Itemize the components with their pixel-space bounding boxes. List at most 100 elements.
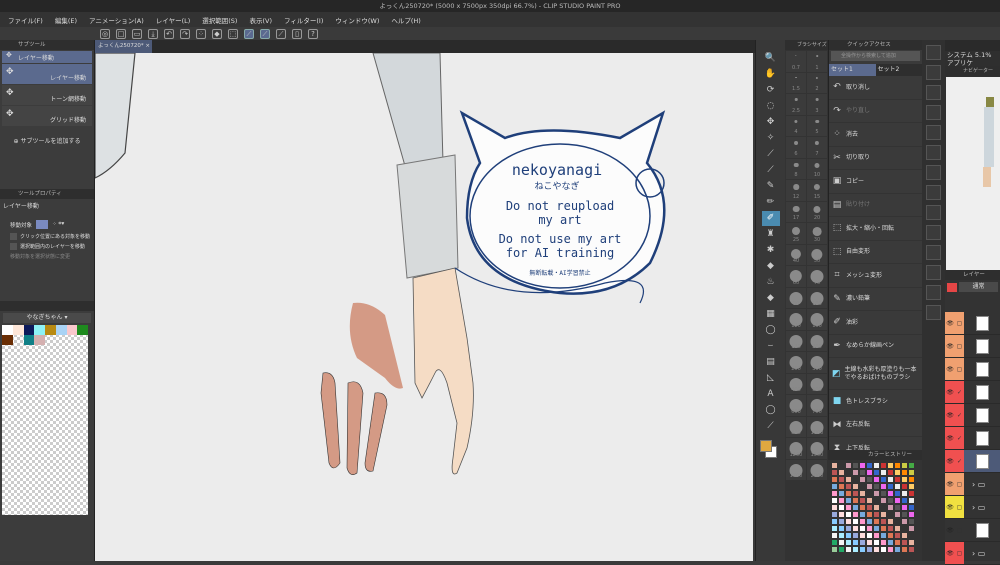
subtool-item[interactable]: ✥ グリッド移動 [2, 106, 92, 126]
correct-line-icon[interactable]: ⟋ [762, 419, 780, 434]
layer-lock-icon[interactable]: ✓ [955, 381, 964, 403]
color-swatch[interactable] [77, 325, 88, 335]
history-color-swatch[interactable] [845, 504, 852, 511]
menu-item[interactable]: フィルター(I) [284, 15, 323, 25]
panel-toggle-icon[interactable] [926, 165, 941, 180]
history-color-swatch[interactable] [908, 469, 915, 476]
history-color-swatch[interactable] [866, 532, 873, 539]
decoration-icon[interactable]: ✱ [762, 243, 780, 258]
color-indicator[interactable] [759, 438, 782, 462]
history-color-swatch[interactable] [838, 518, 845, 525]
quick-access-item[interactable]: ◩ 主線も水彩も厚塗りも一本でやるおばけものブラシ [829, 358, 922, 390]
navigator-preview[interactable] [946, 77, 1000, 270]
quick-access-item[interactable]: ↷ やり直し [829, 100, 922, 123]
save-icon[interactable]: ⤓ [148, 28, 158, 39]
tab-set1[interactable]: セット1 [829, 64, 876, 76]
quick-access-item[interactable]: ⧓ 左右反転 [829, 414, 922, 437]
color-swatch[interactable] [34, 335, 45, 345]
eye-icon[interactable]: 👁 [945, 473, 955, 495]
history-color-swatch[interactable] [901, 462, 908, 469]
color-set-dropdown[interactable]: やなぎちゃん ▾ [3, 313, 91, 323]
brush-size-option[interactable]: 0.7 [786, 51, 806, 72]
history-color-swatch[interactable] [859, 511, 866, 518]
brush-size-option[interactable]: 5 [807, 115, 827, 136]
history-color-swatch[interactable] [838, 532, 845, 539]
history-color-swatch[interactable] [852, 462, 859, 469]
canvas[interactable]: nekoyanagi ねこやなぎ Do not reupload my art … [95, 53, 753, 561]
eye-icon[interactable]: 👁 [945, 381, 955, 403]
history-color-swatch[interactable] [852, 497, 859, 504]
history-color-swatch[interactable] [845, 483, 852, 490]
lasso-icon[interactable]: ◌ [762, 99, 780, 114]
layer-row[interactable]: 👁 ▢ [945, 335, 1000, 358]
history-color-swatch[interactable] [908, 511, 915, 518]
brush-size-option[interactable]: 12 [786, 180, 806, 201]
color-swatch[interactable] [45, 325, 56, 335]
history-color-swatch[interactable] [845, 476, 852, 483]
history-color-swatch[interactable] [866, 539, 873, 546]
layer-row[interactable]: 👁 ✓ [945, 404, 1000, 427]
history-color-swatch[interactable] [859, 476, 866, 483]
brush-size-option[interactable]: 170 [786, 330, 806, 351]
history-color-swatch[interactable] [866, 469, 873, 476]
move-target-tone-button[interactable]: ⁘ ⌗▾ [52, 221, 64, 228]
color-swatch[interactable] [2, 325, 13, 335]
brush-size-option[interactable]: 1200 [786, 438, 806, 459]
quick-access-item[interactable]: ■ 色トレスブラシ [829, 390, 922, 414]
color-swatch[interactable] [66, 325, 78, 335]
eye-icon[interactable]: 👁 [945, 312, 955, 334]
history-color-swatch[interactable] [894, 532, 901, 539]
history-color-swatch[interactable] [880, 511, 887, 518]
history-color-swatch[interactable] [845, 539, 852, 546]
brush-size-option[interactable]: 2 [807, 72, 827, 93]
brush-size-option[interactable]: 70 [807, 266, 827, 287]
brush-size-option[interactable]: 700 [807, 395, 827, 416]
panel-toggle-icon[interactable] [926, 285, 941, 300]
panel-toggle-icon[interactable] [926, 205, 941, 220]
clip-studio-icon[interactable]: ◎ [100, 28, 110, 39]
airbrush-icon[interactable]: ♜ [762, 227, 780, 242]
brush-size-option[interactable]: 1 [807, 51, 827, 72]
brush-size-option[interactable]: 1700 [786, 459, 806, 480]
history-color-swatch[interactable] [887, 525, 894, 532]
history-color-swatch[interactable] [859, 532, 866, 539]
undo-icon[interactable]: ↶ [164, 28, 174, 39]
history-color-swatch[interactable] [838, 511, 845, 518]
close-tab-icon[interactable]: × [145, 43, 150, 49]
brush-size-option[interactable]: 200 [807, 330, 827, 351]
quick-access-item[interactable]: ↶ 取り消し [829, 76, 922, 100]
history-color-swatch[interactable] [873, 490, 880, 497]
history-color-swatch[interactable] [831, 546, 838, 553]
history-color-swatch[interactable] [873, 483, 880, 490]
history-color-swatch[interactable] [873, 476, 880, 483]
history-color-swatch[interactable] [894, 469, 901, 476]
menu-item[interactable]: 表示(V) [249, 15, 272, 25]
history-color-swatch[interactable] [845, 490, 852, 497]
layer-row[interactable]: 👁 ▢ › ▭ [945, 473, 1000, 496]
history-color-swatch[interactable] [887, 504, 894, 511]
fill-icon[interactable]: ◆ [762, 291, 780, 306]
panel-toggle-icon[interactable] [926, 65, 941, 80]
tab-set2[interactable]: セット2 [875, 64, 922, 76]
history-color-swatch[interactable] [901, 546, 908, 553]
brush-size-option[interactable]: 6 [786, 137, 806, 158]
history-color-swatch[interactable] [887, 497, 894, 504]
brush-size-option[interactable]: 30 [807, 223, 827, 244]
brush-size-option[interactable]: 3 [807, 94, 827, 115]
color-set-swatches[interactable] [2, 325, 88, 515]
empty-swatch[interactable] [13, 335, 24, 345]
eye-icon[interactable]: 👁 [945, 496, 955, 518]
history-color-swatch[interactable] [831, 532, 838, 539]
history-color-swatch[interactable] [880, 490, 887, 497]
history-color-swatch[interactable] [887, 490, 894, 497]
magic-wand-icon[interactable]: ✧ [762, 131, 780, 146]
history-color-swatch[interactable] [838, 497, 845, 504]
subtool-item[interactable]: ✥ トーン網移動 [2, 85, 92, 105]
zoom-icon[interactable]: 🔍 [762, 51, 780, 66]
eye-icon[interactable]: 👁 [945, 519, 955, 541]
brush-size-option[interactable]: 1500 [807, 438, 827, 459]
layer-row[interactable]: 👁 ✓ [945, 450, 1000, 473]
quick-access-item[interactable]: ⁘ 消去 [829, 123, 922, 147]
history-color-swatch[interactable] [838, 476, 845, 483]
brush-size-option[interactable]: 120 [786, 309, 806, 330]
